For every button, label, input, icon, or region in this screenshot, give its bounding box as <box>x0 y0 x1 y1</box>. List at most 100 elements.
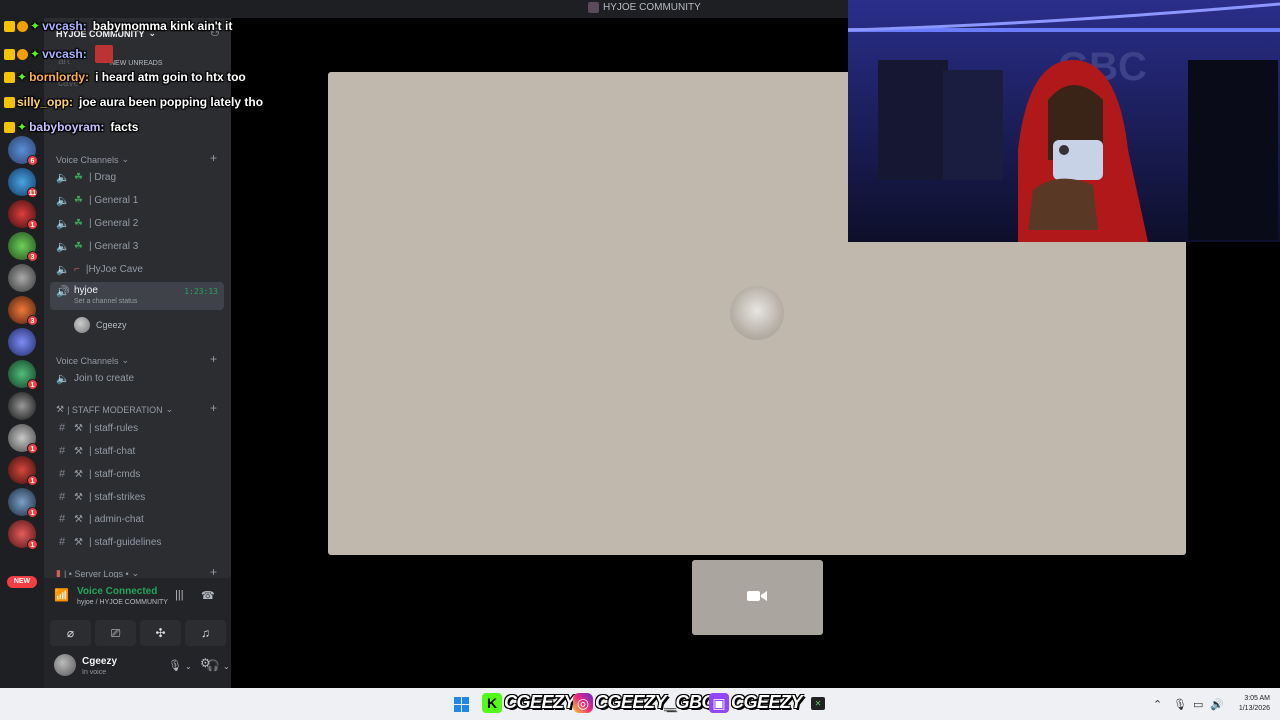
chevron-down-icon[interactable]: ⌄ <box>185 662 192 671</box>
tools-icon: ⚒ <box>74 445 83 457</box>
chat-message-4: silly_opp: joe aura been popping lately … <box>4 95 263 109</box>
soundboard-icon[interactable]: ♫ <box>185 620 226 646</box>
disconnect-icon[interactable]: ☎ <box>201 589 215 602</box>
voice-channel-hyjoe-active[interactable]: 🔊 hyjoe 1:23:13 Set a channel status <box>50 282 224 310</box>
badge-icon <box>17 20 28 32</box>
hash-icon: # <box>58 491 66 503</box>
channel-status-hint[interactable]: Set a channel status <box>74 298 137 305</box>
call-timer: 1:23:13 <box>184 287 218 296</box>
terminal-app-icon[interactable]: ✕ <box>811 697 825 710</box>
server-icon-13[interactable]: 1 <box>8 520 38 550</box>
windows-start-icon[interactable] <box>454 697 469 712</box>
server-badge: 1 <box>27 219 38 230</box>
user-name[interactable]: Cgeezy <box>82 656 117 667</box>
hash-icon: # <box>58 422 66 434</box>
server-icon-6[interactable]: 3 <box>8 296 38 326</box>
text-channel-staff-cmds[interactable]: # ⚒ | staff-cmds <box>50 464 224 484</box>
self-video-tile[interactable] <box>692 560 823 635</box>
speaker-icon: 🔈 <box>56 217 70 230</box>
add-channel-icon[interactable]: + <box>210 352 217 366</box>
text-channel-staff-rules[interactable]: # ⚒ | staff-rules <box>50 418 224 438</box>
server-icon-3[interactable]: 1 <box>8 200 38 230</box>
chat-username: babyboyram: <box>29 120 105 134</box>
server-badge: 1 <box>27 507 38 518</box>
social-handle: CGEEZY_GBC <box>595 692 715 712</box>
speaker-icon: 🔈 <box>56 372 70 385</box>
avatar[interactable] <box>54 654 76 676</box>
tools-icon: ⚒ <box>74 536 83 548</box>
category-staff-moderation[interactable]: ⚒ | STAFF MODERATION ⌄ + <box>56 401 217 415</box>
text-channel-staff-guidelines[interactable]: # ⚒ | staff-guidelines <box>50 532 224 552</box>
signal-icon[interactable]: 📶 <box>54 588 69 606</box>
chat-message-2: ✦ vvcash: <box>4 45 113 63</box>
user-status: In voice <box>82 669 107 676</box>
server-icon-11[interactable]: 1 <box>8 456 38 486</box>
chat-username: vvcash: <box>42 47 87 61</box>
server-icon-4[interactable]: 3 <box>8 232 38 262</box>
channel-label: | admin-chat <box>88 513 144 525</box>
server-icon-1[interactable]: 6 <box>8 136 38 166</box>
voice-channel-general-2[interactable]: 🔈 ☘ | General 2 <box>50 213 224 233</box>
voice-channel-join-to-create[interactable]: 🔈 Join to create <box>50 368 224 388</box>
network-icon[interactable]: ▭ <box>1193 698 1203 711</box>
chat-username: vvcash: <box>42 19 87 33</box>
server-badge: 1 <box>27 539 38 550</box>
server-icon-12[interactable]: 1 <box>8 488 38 518</box>
text-channel-admin-chat[interactable]: # ⚒ | admin-chat <box>50 509 224 529</box>
clover-icon: ☘ <box>74 171 83 183</box>
voice-channel-general-1[interactable]: 🔈 ☘ | General 1 <box>50 190 224 210</box>
category-voice-channels[interactable]: Voice Channels ⌄ + <box>56 151 217 165</box>
voice-member[interactable]: Cgeezy <box>74 317 127 333</box>
text-channel-staff-chat[interactable]: # ⚒ | staff-chat <box>50 441 224 461</box>
activities-icon[interactable]: ✣ <box>140 620 181 646</box>
clover-icon: ☘ <box>74 240 83 252</box>
noise-suppression-icon[interactable]: ||| <box>175 589 184 601</box>
instagram-handle: ◎ CGEEZY_GBC <box>573 692 715 713</box>
volume-icon[interactable]: 🔊 <box>1210 698 1224 711</box>
channel-label: | General 3 <box>88 240 139 252</box>
chat-text: babymomma kink ain't it <box>92 19 233 33</box>
new-servers-pill[interactable]: NEW <box>7 576 37 588</box>
tools-icon: ⚒ <box>74 513 83 525</box>
server-icon-8[interactable]: 1 <box>8 360 38 390</box>
avatar <box>74 317 90 333</box>
taskbar-clock[interactable]: 3:05 AM 1/13/2026 <box>1230 694 1270 714</box>
voice-channel-general-3[interactable]: 🔈 ☘ | General 3 <box>50 236 224 256</box>
microphone-icon[interactable]: 🎙 <box>1173 698 1187 711</box>
server-icon-10[interactable]: 1 <box>8 424 38 454</box>
voice-connected-channel[interactable]: hyjoe / HYJOE COMMUNITY <box>77 599 168 606</box>
screen-share-icon[interactable]: ⎚ <box>95 620 136 646</box>
add-channel-icon[interactable]: + <box>210 401 217 415</box>
clover-icon: ☘ <box>74 217 83 229</box>
server-icon-2[interactable]: 11 <box>8 168 38 198</box>
settings-icon[interactable]: ⚙ <box>200 656 211 670</box>
badge-icon <box>4 20 15 32</box>
speaker-active-icon: 🔊 <box>56 286 70 298</box>
pistol-icon: ⌐ <box>74 263 80 275</box>
camera-off-icon[interactable]: ⌀ <box>50 620 91 646</box>
badge-icon <box>4 71 15 83</box>
category-voice-channels-2[interactable]: Voice Channels ⌄ + <box>56 352 217 366</box>
server-badge: 1 <box>27 475 38 486</box>
add-channel-icon[interactable]: + <box>210 151 217 165</box>
hash-icon: # <box>58 445 66 457</box>
sparkle-icon: ✦ <box>30 47 41 61</box>
category-label: Voice Channels <box>56 355 119 366</box>
member-name: Cgeezy <box>96 320 127 330</box>
server-icon-7[interactable] <box>8 328 36 356</box>
chevron-up-icon[interactable]: ⌃ <box>1153 698 1162 711</box>
microphone-icon[interactable]: 🎙 <box>168 659 182 672</box>
voice-channel-hyjoe-cave[interactable]: 🔈 ⌐ |HyJoe Cave <box>50 259 224 279</box>
text-channel-staff-strikes[interactable]: # ⚒ | staff-strikes <box>50 487 224 507</box>
server-icon-9[interactable] <box>8 392 36 420</box>
hash-icon: # <box>58 468 66 480</box>
add-channel-icon[interactable]: + <box>210 565 217 579</box>
tools-icon: ⚒ <box>56 404 65 414</box>
chevron-down-icon[interactable]: ⌄ <box>223 662 230 671</box>
voice-channel-drag[interactable]: 🔈 ☘ | Drag <box>50 167 224 187</box>
clock-date: 1/13/2026 <box>1238 705 1270 712</box>
server-rail: 6 11 1 3 3 1 1 1 1 1 NEW <box>0 18 44 688</box>
badge-icon <box>4 48 15 60</box>
chat-text: joe aura been popping lately tho <box>79 95 264 109</box>
server-icon-5[interactable] <box>8 264 36 292</box>
